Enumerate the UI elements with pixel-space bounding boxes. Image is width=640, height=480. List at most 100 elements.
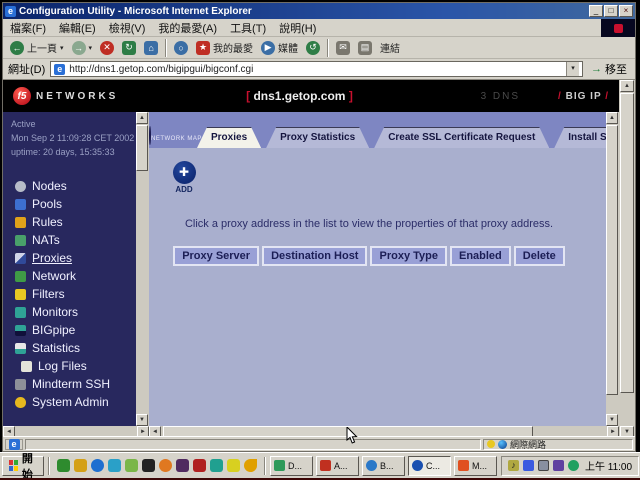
quick-launch-icon[interactable] bbox=[91, 459, 104, 472]
menu-tools[interactable]: 工具(T) bbox=[230, 20, 266, 36]
mouse-cursor bbox=[346, 427, 358, 445]
col-proxy-type: Proxy Type bbox=[370, 246, 447, 266]
tab-create-ssl-certificate-request[interactable]: Create SSL Certificate Request bbox=[374, 127, 549, 148]
minimize-button[interactable]: _ bbox=[589, 5, 603, 17]
go-button[interactable]: → 移至 bbox=[588, 61, 630, 77]
menu-view[interactable]: 檢視(V) bbox=[109, 20, 146, 36]
quick-launch-icon[interactable] bbox=[57, 459, 70, 472]
favorites-button[interactable]: ★ 我的最愛 bbox=[193, 39, 256, 56]
sidebar-item-pools[interactable]: Pools bbox=[3, 195, 149, 213]
quick-launch-icon[interactable] bbox=[125, 459, 138, 472]
quick-launch-icon[interactable] bbox=[210, 459, 223, 472]
scrollbar-thumb[interactable] bbox=[136, 125, 148, 171]
menu-favorites[interactable]: 我的最愛(A) bbox=[158, 20, 217, 36]
throbber-flag-icon bbox=[614, 24, 623, 33]
sidebar-item-statistics[interactable]: Statistics bbox=[3, 339, 149, 357]
sidebar-vertical-scrollbar[interactable]: ▲ ▼ bbox=[136, 112, 149, 426]
menu-file[interactable]: 檔案(F) bbox=[10, 20, 46, 36]
mail-button[interactable]: ✉ bbox=[333, 40, 353, 56]
quick-launch-icon[interactable] bbox=[227, 459, 240, 472]
sidebar-item-rules[interactable]: Rules bbox=[3, 213, 149, 231]
task-window-button-2[interactable]: A... bbox=[316, 456, 359, 476]
sidebar-item-monitors[interactable]: Monitors bbox=[3, 303, 149, 321]
search-button[interactable]: ○ bbox=[171, 40, 191, 56]
task-window-button-3[interactable]: B... bbox=[362, 456, 405, 476]
history-button[interactable]: ↺ bbox=[303, 40, 323, 56]
quick-launch-icon[interactable] bbox=[159, 459, 172, 472]
forward-dropdown-icon[interactable]: ▾ bbox=[89, 44, 93, 52]
back-icon: ← bbox=[10, 41, 24, 55]
start-button[interactable]: 開始 bbox=[2, 456, 44, 476]
scroll-down-icon[interactable]: ▼ bbox=[606, 414, 618, 426]
quick-launch-icon[interactable] bbox=[74, 459, 87, 472]
address-dropdown-icon[interactable]: ▾ bbox=[566, 62, 579, 76]
status-active: Active bbox=[11, 117, 149, 131]
tab-proxy-statistics[interactable]: Proxy Statistics bbox=[266, 127, 369, 148]
start-label: 開始 bbox=[22, 450, 37, 480]
speaker-icon[interactable]: ♪ bbox=[508, 460, 519, 471]
instruction-text: Click a proxy address in the list to vie… bbox=[149, 218, 589, 230]
media-button[interactable]: ▶ 媒體 bbox=[258, 39, 301, 56]
security-zone: 網際網路 bbox=[483, 439, 633, 450]
scroll-down-icon[interactable]: ▼ bbox=[136, 414, 148, 426]
status-uptime: uptime: 20 days, 15:35:33 bbox=[11, 145, 149, 159]
quick-launch-icon[interactable] bbox=[108, 459, 121, 472]
content-vertical-scrollbar[interactable]: ▲ ▼ bbox=[606, 112, 619, 426]
scroll-up-icon[interactable]: ▲ bbox=[620, 80, 634, 92]
refresh-button[interactable]: ↻ bbox=[119, 40, 139, 56]
links-label: 連結 bbox=[380, 40, 400, 55]
taskbar-clock[interactable]: 上午 11:00 bbox=[583, 458, 632, 473]
sidebar-item-filters[interactable]: Filters bbox=[3, 285, 149, 303]
scroll-up-icon[interactable]: ▲ bbox=[606, 112, 618, 124]
quick-launch-icon[interactable] bbox=[176, 459, 189, 472]
menu-edit[interactable]: 編輯(E) bbox=[59, 20, 96, 36]
window-vertical-scrollbar[interactable]: ▲ ▼ bbox=[619, 80, 635, 438]
links-bar[interactable]: 連結 bbox=[377, 39, 403, 56]
task-window-button-5[interactable]: M... bbox=[454, 456, 497, 476]
sidebar-item-nats[interactable]: NATs bbox=[3, 231, 149, 249]
address-input[interactable]: e http://dns1.getop.com/bigipgui/bigconf… bbox=[50, 61, 583, 77]
back-button[interactable]: ← 上一頁 ▾ bbox=[7, 39, 67, 56]
mindterm-ssh-icon bbox=[15, 379, 26, 390]
favorites-label: 我的最愛 bbox=[213, 40, 253, 55]
scrollbar-thumb[interactable] bbox=[606, 125, 618, 395]
sidebar-item-log-files[interactable]: Log Files bbox=[3, 357, 149, 375]
menu-help[interactable]: 說明(H) bbox=[279, 20, 316, 36]
search-icon: ○ bbox=[174, 41, 188, 55]
hostname: [ dns1.getop.com ] bbox=[118, 89, 480, 103]
stop-button[interactable]: ✕ bbox=[97, 40, 117, 56]
network-map-button[interactable]: NETWORK MAP bbox=[149, 127, 197, 148]
sidebar-item-network[interactable]: Network bbox=[3, 267, 149, 285]
display-icon[interactable] bbox=[538, 460, 549, 471]
status-message-area bbox=[25, 439, 481, 450]
proxies-icon bbox=[15, 253, 26, 264]
quick-launch-icon[interactable] bbox=[193, 459, 206, 472]
sidebar-item-system-admin[interactable]: System Admin bbox=[3, 393, 149, 411]
quick-launch-icon[interactable] bbox=[142, 459, 155, 472]
sidebar-item-nodes[interactable]: Nodes bbox=[3, 177, 149, 195]
antivirus-icon[interactable] bbox=[568, 460, 579, 471]
task-icon bbox=[366, 460, 377, 471]
sidebar-item-proxies[interactable]: Proxies bbox=[3, 249, 149, 267]
media-icon: ▶ bbox=[261, 41, 275, 55]
close-button[interactable]: × bbox=[619, 5, 633, 17]
task-window-button-1[interactable]: D... bbox=[270, 456, 313, 476]
scroll-up-icon[interactable]: ▲ bbox=[136, 112, 148, 124]
home-button[interactable]: ⌂ bbox=[141, 40, 161, 56]
tab-proxies[interactable]: Proxies bbox=[197, 127, 261, 148]
sidebar-item-bigpipe[interactable]: BIGpipe bbox=[3, 321, 149, 339]
task-window-button-4[interactable]: C... bbox=[408, 456, 451, 476]
proxy-table: Proxy Server Destination Host Proxy Type… bbox=[170, 246, 568, 266]
sidebar-item-mindterm-ssh[interactable]: Mindterm SSH bbox=[3, 375, 149, 393]
forward-button[interactable]: → ▾ bbox=[69, 40, 96, 56]
messenger-icon[interactable] bbox=[523, 460, 534, 471]
zone-label: 網際網路 bbox=[510, 438, 546, 451]
maximize-button[interactable]: □ bbox=[604, 5, 618, 17]
quick-launch-icon[interactable] bbox=[244, 459, 257, 472]
page-icon: e bbox=[54, 64, 65, 75]
print-button[interactable]: ▤ bbox=[355, 40, 375, 56]
scrollbar-thumb[interactable] bbox=[620, 93, 634, 393]
back-dropdown-icon[interactable]: ▾ bbox=[60, 44, 64, 52]
add-proxy-button[interactable]: ✚ ADD bbox=[169, 161, 199, 194]
tray-app-icon[interactable] bbox=[553, 460, 564, 471]
